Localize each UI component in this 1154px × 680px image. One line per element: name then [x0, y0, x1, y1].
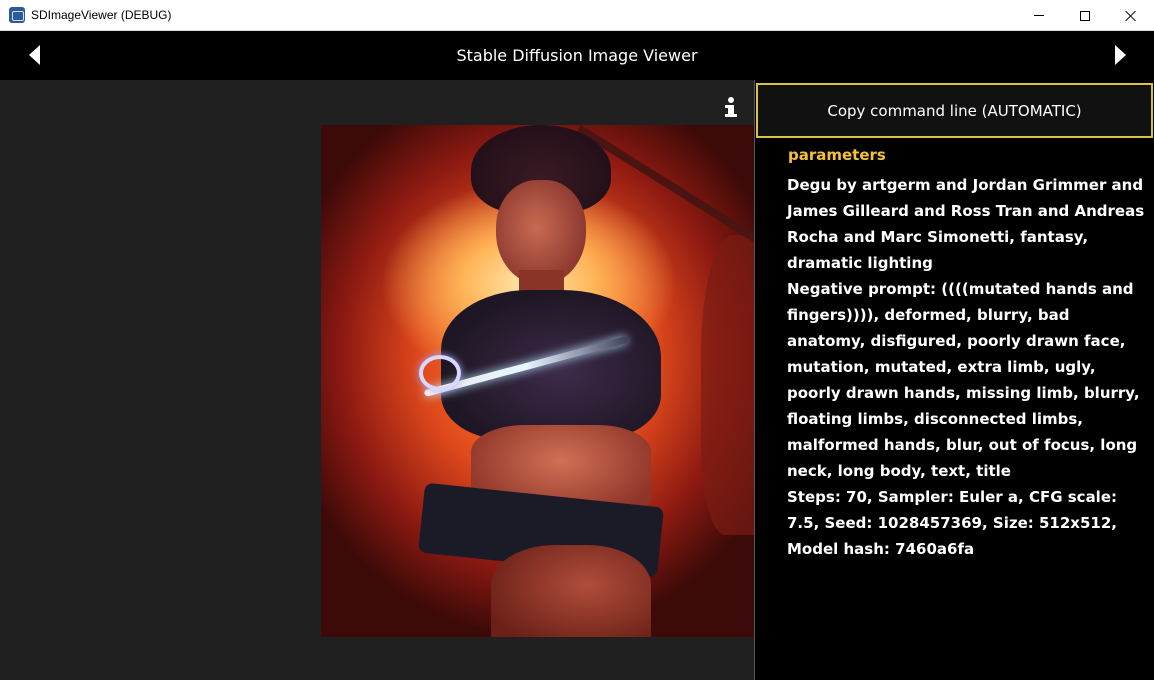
prompt-text: Degu by artgerm and Jordan Grimmer and J… — [787, 176, 1145, 272]
window-controls — [1016, 0, 1154, 31]
arrow-left-icon — [28, 45, 40, 65]
maximize-button[interactable] — [1062, 0, 1108, 31]
parameters-heading: parameters — [788, 146, 886, 164]
app-header: Stable Diffusion Image Viewer — [0, 31, 1154, 80]
minimize-icon — [1034, 15, 1044, 16]
metadata-panel: Copy command line (AUTOMATIC) parameters… — [754, 80, 1154, 680]
maximize-icon — [1080, 10, 1090, 21]
previous-image-button[interactable] — [22, 43, 46, 67]
close-button[interactable] — [1108, 0, 1154, 31]
minimize-button[interactable] — [1016, 0, 1062, 31]
arrow-right-icon — [1114, 45, 1126, 65]
window-titlebar: SDImageViewer (DEBUG) — [0, 0, 1154, 31]
app-icon — [9, 7, 25, 23]
negative-prompt-text: Negative prompt: ((((mutated hands and f… — [787, 280, 1140, 480]
next-image-button[interactable] — [1108, 43, 1132, 67]
page-title: Stable Diffusion Image Viewer — [456, 46, 698, 65]
settings-text: Steps: 70, Sampler: Euler a, CFG scale: … — [787, 488, 1117, 558]
parameters-text: Degu by artgerm and Jordan Grimmer and J… — [787, 172, 1147, 562]
info-icon[interactable] — [723, 97, 739, 119]
close-icon — [1125, 10, 1137, 22]
copy-command-line-button[interactable]: Copy command line (AUTOMATIC) — [756, 83, 1153, 138]
generated-image — [321, 125, 754, 637]
image-viewer — [0, 80, 754, 680]
window-title: SDImageViewer (DEBUG) — [31, 8, 172, 22]
